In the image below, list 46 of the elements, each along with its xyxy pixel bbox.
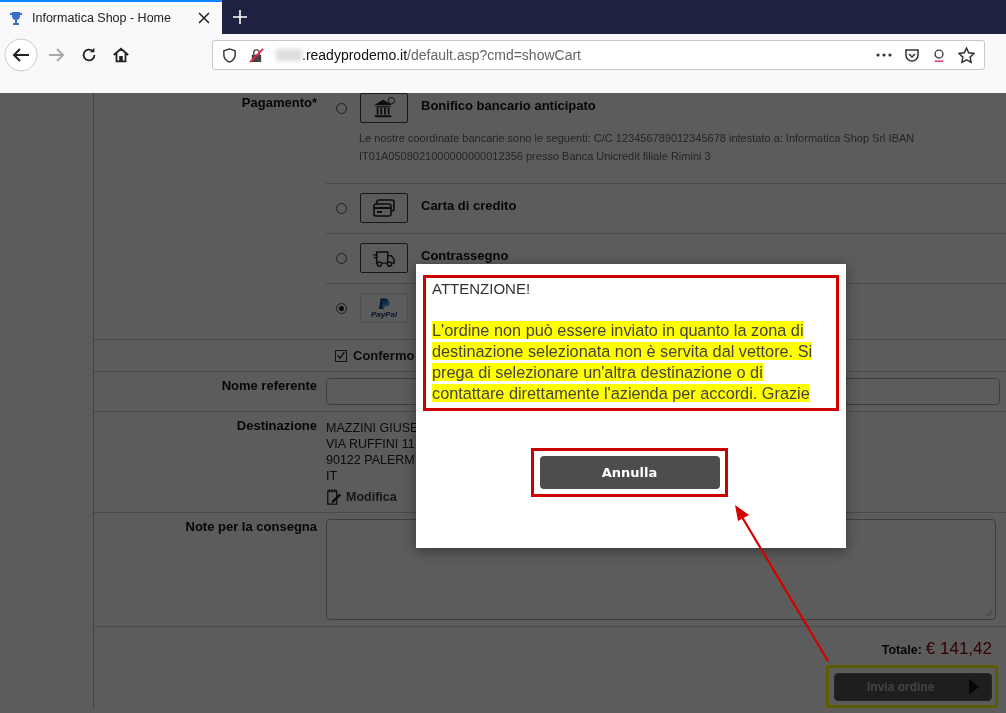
field-label: Destinazione — [235, 417, 318, 435]
paypal-logo: PayPal — [360, 293, 408, 323]
home-icon[interactable] — [112, 46, 130, 64]
payment-icon — [360, 93, 408, 123]
payment-option-label[interactable]: Bonifico bancario anticipato — [421, 97, 596, 113]
field-label: Pagamento* — [240, 94, 318, 112]
radio-button[interactable] — [336, 302, 347, 314]
more-icon[interactable] — [876, 53, 892, 57]
shield-icon[interactable] — [222, 47, 237, 63]
resize-grip-icon[interactable] — [985, 609, 993, 617]
back-icon[interactable] — [4, 38, 38, 72]
cancel-button[interactable]: Annulla — [539, 456, 720, 489]
star-icon[interactable] — [958, 46, 975, 64]
checkbox-label[interactable]: Confermo — [353, 348, 415, 363]
pocket-icon[interactable] — [904, 47, 920, 63]
play-arrow-icon — [969, 679, 979, 695]
total-amount: € 141,42 — [925, 639, 992, 659]
edit-icon[interactable] — [326, 488, 342, 506]
field-label: Note per la consegna — [184, 518, 318, 536]
insecure-lock-icon[interactable] — [249, 47, 264, 63]
address-bar[interactable]: .readyprodemo.it/default.asp?cmd=showCart — [212, 40, 985, 70]
account-icon[interactable] — [932, 47, 946, 63]
address-line: VIA RUFFINI 11 — [326, 436, 415, 452]
reload-icon[interactable] — [80, 46, 98, 64]
payment-icon — [360, 243, 408, 273]
checkbox[interactable] — [335, 349, 347, 362]
redacted-mark — [276, 49, 302, 61]
radio-button[interactable] — [336, 202, 347, 214]
close-icon[interactable] — [198, 12, 210, 24]
radio-button[interactable] — [336, 102, 347, 114]
trophy-icon — [8, 10, 24, 26]
address-line: 90122 PALERM — [326, 452, 415, 468]
payment-option-label[interactable]: Contrassegno — [421, 247, 509, 263]
total-label: Totale: — [881, 643, 922, 657]
address-line: IT — [326, 468, 338, 484]
dialog-message: L'ordine non può essere inviato in quanto la zona di destinazione selezionata non è servita dal vettore. Si prega di selezionare un'altra destinazione o di contattare direttamente l'azienda per accordi. Grazie — [432, 320, 814, 404]
radio-button[interactable] — [336, 252, 347, 264]
url-text: .readyprodemo.it/default.asp?cmd=showCart — [302, 47, 581, 63]
new-tab-icon[interactable] — [233, 10, 247, 24]
browser-tab[interactable]: Informatica Shop - Home — [0, 0, 222, 34]
edit-link[interactable]: Modifica — [326, 488, 397, 506]
payment-icon — [360, 193, 408, 223]
address-line: MAZZINI GIUSE — [326, 420, 419, 436]
field-label: Nome referente — [220, 377, 318, 395]
dialog-title: ATTENZIONE! — [432, 280, 532, 299]
payment-option-label[interactable]: Carta di credito — [421, 197, 517, 213]
